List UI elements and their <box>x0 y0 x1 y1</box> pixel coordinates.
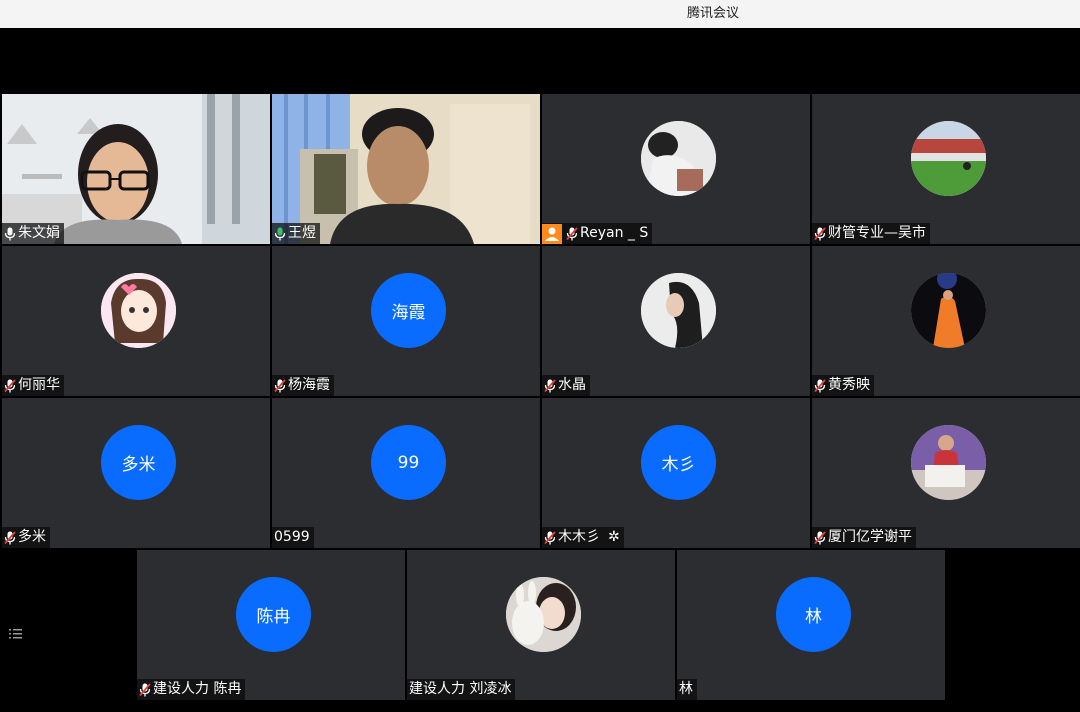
participant-tile[interactable]: Reyan _ S <box>542 94 810 244</box>
participant-avatar <box>911 425 986 500</box>
microphone-muted-icon[interactable] <box>544 530 556 545</box>
participant-name-bar: 杨海霞 <box>272 375 334 396</box>
participant-name: 建设人力 刘凌冰 <box>409 681 512 697</box>
participant-name: 朱文娟 <box>18 225 60 241</box>
microphone-muted-icon[interactable] <box>544 378 556 393</box>
participant-name-bar: 朱文娟 <box>2 223 64 244</box>
participant-tile[interactable]: 财管专业—吴市 <box>812 94 1080 244</box>
participant-name: 建设人力 陈冉 <box>153 681 242 697</box>
participant-avatar: 99 <box>371 425 446 500</box>
participant-name: 何丽华 <box>18 377 60 393</box>
participant-tile[interactable]: 海霞 杨海霞 <box>272 246 540 396</box>
participant-name: 黄秀映 <box>828 377 870 393</box>
participant-name-bar: 0599 <box>272 527 314 548</box>
participant-name-bar: 财管专业—吴市 <box>812 223 930 244</box>
participant-avatar <box>506 577 581 652</box>
participant-tile[interactable]: 建设人力 刘凌冰 <box>407 550 675 700</box>
participant-name-bar: 黄秀映 <box>812 375 874 396</box>
participant-avatar <box>101 273 176 348</box>
participant-tile-speaking[interactable]: 王煜 <box>272 94 540 244</box>
participant-name-bar: 多米 <box>2 527 50 548</box>
participant-avatar: 陈冉 <box>236 577 311 652</box>
video-feed <box>272 94 540 244</box>
participant-tile[interactable]: 陈冉 建设人力 陈冉 <box>137 550 405 700</box>
participant-name: 厦门亿学谢平 <box>828 529 912 545</box>
participant-name-bar: 木木彡 ✲ <box>542 527 624 548</box>
participant-name-bar: 水晶 <box>542 375 590 396</box>
microphone-speaking-icon[interactable] <box>274 227 286 241</box>
participant-avatar <box>641 121 716 196</box>
microphone-icon[interactable] <box>4 227 16 241</box>
participant-name: Reyan _ S <box>580 225 649 241</box>
participant-tile[interactable]: 何丽华 <box>2 246 270 396</box>
participant-tile[interactable]: 厦门亿学谢平 <box>812 398 1080 548</box>
participant-name-bar: 林 <box>677 679 697 700</box>
host-icon <box>542 223 562 244</box>
participant-avatar: 林 <box>776 577 851 652</box>
participant-tile[interactable]: 木彡 木木彡 ✲ <box>542 398 810 548</box>
participant-name: 水晶 <box>558 377 586 393</box>
participant-avatar <box>911 273 986 348</box>
microphone-muted-icon[interactable] <box>814 530 826 545</box>
list-menu-icon[interactable] <box>8 626 24 640</box>
participant-avatar: 木彡 <box>641 425 716 500</box>
microphone-muted-icon[interactable] <box>274 378 286 393</box>
title-bar: 腾讯会议 <box>0 0 1080 28</box>
microphone-muted-icon[interactable] <box>566 226 578 241</box>
participant-name-bar: 何丽华 <box>2 375 64 396</box>
participant-name-bar: 建设人力 陈冉 <box>137 679 246 700</box>
participant-name: 多米 <box>18 529 46 545</box>
participant-avatar <box>911 121 986 196</box>
participant-name: 林 <box>679 681 693 697</box>
participant-tile[interactable]: 99 0599 <box>272 398 540 548</box>
participant-name-bar: 建设人力 刘凌冰 <box>407 679 516 700</box>
participant-name-bar: 厦门亿学谢平 <box>812 527 916 548</box>
participant-tile[interactable]: 黄秀映 <box>812 246 1080 396</box>
participant-name: 木木彡 <box>558 529 600 545</box>
participant-tile[interactable]: 朱文娟 <box>2 94 270 244</box>
microphone-muted-icon[interactable] <box>139 682 151 697</box>
microphone-muted-icon[interactable] <box>814 226 826 241</box>
participant-name: 王煜 <box>288 225 316 241</box>
microphone-muted-icon[interactable] <box>814 378 826 393</box>
participant-name-bar: Reyan _ S <box>542 223 653 244</box>
participant-name-bar: 王煜 <box>272 223 320 244</box>
participant-avatar: 多米 <box>101 425 176 500</box>
window-title: 腾讯会议 <box>686 6 739 21</box>
participant-tile[interactable]: 林 林 <box>677 550 945 700</box>
participant-avatar: 海霞 <box>371 273 446 348</box>
microphone-muted-icon[interactable] <box>4 530 16 545</box>
participant-name: 杨海霞 <box>288 377 330 393</box>
participant-tile[interactable]: 多米 多米 <box>2 398 270 548</box>
gear-icon: ✲ <box>608 529 620 545</box>
participant-avatar <box>641 273 716 348</box>
participant-tile[interactable]: 水晶 <box>542 246 810 396</box>
video-feed <box>2 94 270 244</box>
microphone-muted-icon[interactable] <box>4 378 16 393</box>
participant-name: 财管专业—吴市 <box>828 225 926 241</box>
participant-name: 0599 <box>274 529 310 545</box>
